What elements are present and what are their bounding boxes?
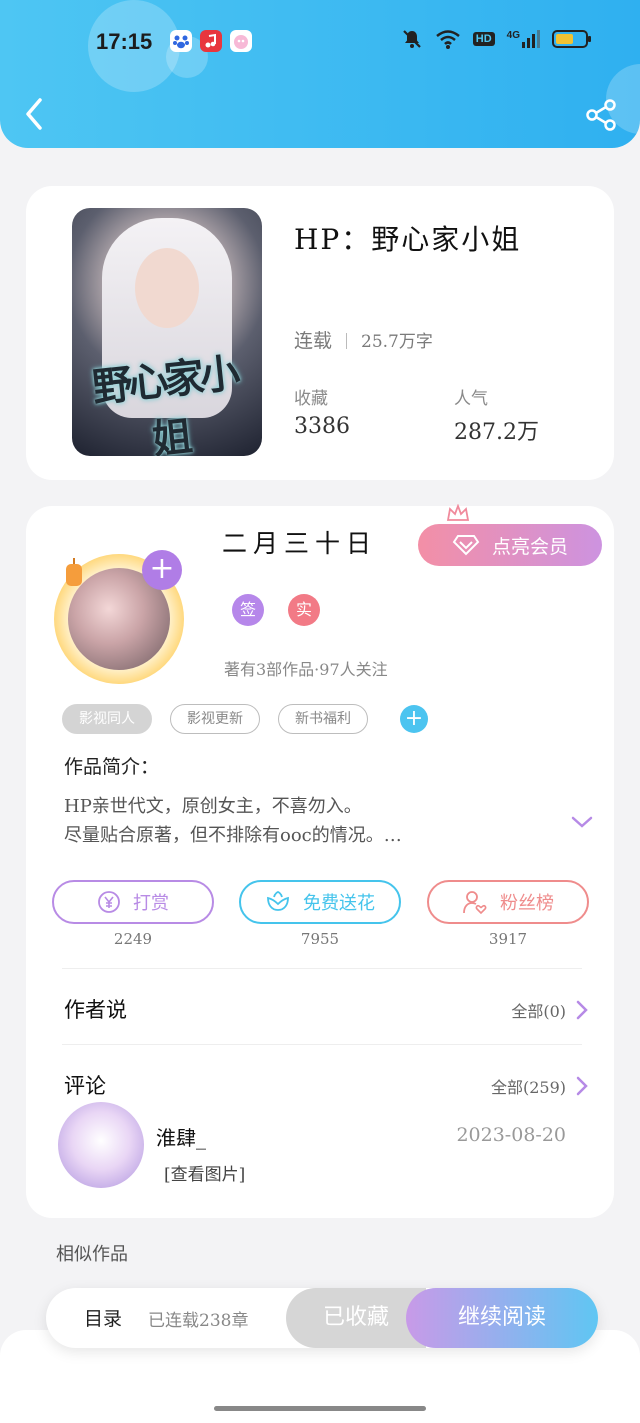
author-says-title: 作者说 (64, 998, 127, 1022)
status-icons: HD 4G (401, 28, 592, 50)
chapter-count: 已连载238章 (148, 1311, 249, 1331)
user-heart-icon (463, 891, 487, 915)
comment-date: 2023-08-20 (456, 1124, 566, 1146)
author-says-link-label: 全部(0) (511, 1002, 566, 1021)
comment-text[interactable]: [查看图片] (164, 1160, 245, 1185)
add-tag-button[interactable]: + (400, 705, 428, 733)
book-cover[interactable]: 野心家小姐 (72, 208, 262, 456)
continue-reading-button[interactable]: 继续阅读 (406, 1288, 598, 1348)
yen-icon (98, 891, 120, 913)
chevron-right-icon (576, 1076, 588, 1096)
divider (62, 968, 582, 969)
collect-value: 3386 (294, 414, 350, 439)
intro-label: 作品简介： (64, 756, 160, 778)
fan-rank-button[interactable]: 粉丝榜 (427, 880, 589, 924)
intro-line: HP亲世代文，原创女主，不喜勿入。 (64, 796, 362, 817)
favorited-button[interactable]: 已收藏 (286, 1288, 426, 1348)
status-time: 17:15 (96, 29, 153, 54)
comments-link-label: 全部(259) (490, 1078, 566, 1097)
verified-badge: 实 (288, 594, 320, 626)
chevron-right-icon (576, 1000, 588, 1020)
flower-label: 免费送花 (303, 893, 375, 914)
tag-item[interactable]: 新书福利 (278, 704, 368, 734)
crown-icon (446, 504, 470, 521)
serial-status: 连载 (294, 330, 333, 352)
book-info-card: 野心家小姐 HP：野心家小姐 连载 25.7万字 收藏 人气 3386 287.2… (26, 186, 614, 480)
author-name[interactable]: 二月三十日 (222, 524, 377, 560)
follow-add-button[interactable]: + (142, 550, 182, 590)
lantern-decor-icon (66, 558, 82, 586)
fan-rank-count: 3917 (488, 930, 528, 948)
hd-indicator: HD (472, 32, 495, 46)
signed-badge: 签 (232, 594, 264, 626)
share-button[interactable] (584, 98, 618, 132)
home-indicator[interactable] (214, 1406, 426, 1411)
toc-button[interactable]: 目录 (84, 1304, 122, 1331)
flower-icon (267, 891, 289, 911)
popularity-value: 287.2万 (454, 420, 539, 445)
tip-label: 打赏 (133, 893, 169, 914)
commenter-avatar[interactable] (58, 1102, 144, 1188)
signal-label: 4G (506, 30, 520, 41)
baidu-app-icon (170, 30, 192, 52)
cover-face (135, 248, 199, 328)
commenter-name[interactable]: 淮肆_ (156, 1122, 206, 1151)
flower-count: 7955 (300, 930, 340, 948)
wifi-icon (435, 30, 460, 49)
author-card: + 二月三十日 点亮会员 签 实 著有3部作品·97人关注 影视同人 影视更新 … (26, 504, 614, 1218)
divider (346, 333, 348, 349)
fan-rank-label: 粉丝榜 (500, 893, 554, 914)
music-app-icon (200, 30, 222, 52)
signal-icon: 4G (507, 30, 540, 48)
bottom-action-bar: 目录 已连载238章 已收藏 继续阅读 (46, 1288, 598, 1348)
collect-label: 收藏 (294, 389, 328, 409)
author-meta: 著有3部作品·97人关注 (224, 660, 388, 679)
intro-line: 尽量贴合原著，但不排除有ooc的情况。… (64, 825, 402, 846)
tag-item[interactable]: 影视同人 (62, 704, 152, 734)
author-says-all-link[interactable]: 全部(0) (511, 998, 588, 1022)
popularity-label: 人气 (454, 389, 488, 409)
comments-all-link[interactable]: 全部(259) (491, 1074, 588, 1098)
book-status: 连载 25.7万字 (294, 326, 433, 353)
reader-app-icon (230, 30, 252, 52)
battery-icon (552, 30, 591, 48)
send-flower-button[interactable]: 免费送花 (239, 880, 401, 924)
tip-button[interactable]: 打赏 (52, 880, 214, 924)
divider (62, 1044, 582, 1045)
intro-text[interactable]: HP亲世代文，原创女主，不喜勿入。 尽量贴合原著，但不排除有ooc的情况。… (64, 792, 402, 850)
mute-icon (402, 30, 421, 48)
tag-list: 影视同人 影视更新 新书福利 + (62, 704, 428, 734)
back-button[interactable] (20, 96, 50, 132)
comments-title: 评论 (64, 1074, 106, 1098)
vip-label: 点亮会员 (491, 535, 568, 558)
tag-item[interactable]: 影视更新 (170, 704, 260, 734)
diamond-icon (452, 535, 480, 556)
chevron-down-icon[interactable] (570, 814, 594, 830)
similar-works-title: 相似作品 (56, 1244, 128, 1265)
book-title: HP：野心家小姐 (294, 223, 522, 256)
word-count: 25.7万字 (361, 332, 433, 352)
tip-count: 2249 (113, 930, 153, 948)
header: 17:15 HD 4G (0, 0, 640, 148)
cover-title: 野心家小姐 (90, 349, 239, 456)
vip-button[interactable]: 点亮会员 (418, 524, 602, 566)
